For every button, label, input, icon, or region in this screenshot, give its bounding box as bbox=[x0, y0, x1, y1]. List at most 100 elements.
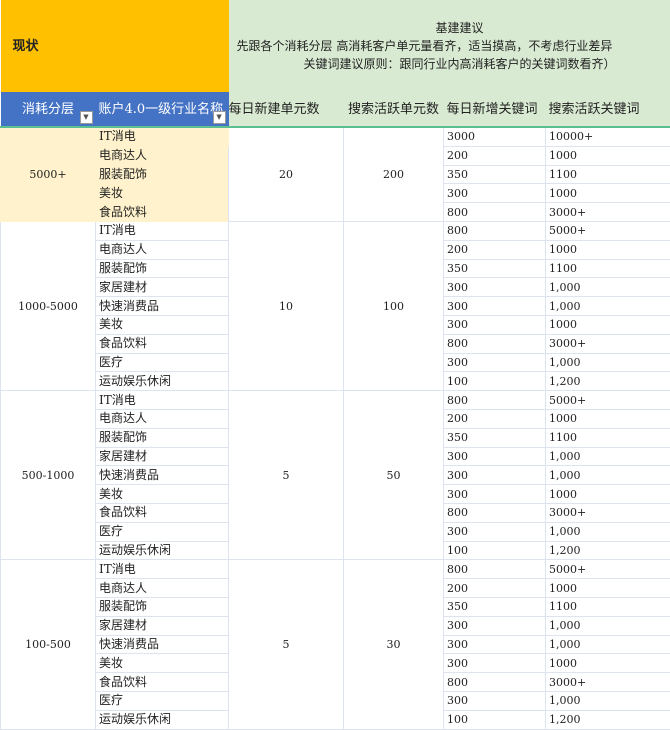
active-keywords-cell[interactable]: 1000 bbox=[546, 240, 670, 259]
active-keywords-cell[interactable]: 10000+ bbox=[546, 127, 670, 146]
tier-cell[interactable]: 5000+ bbox=[1, 127, 96, 221]
new-keywords-cell[interactable]: 200 bbox=[444, 579, 546, 598]
new-keywords-cell[interactable]: 350 bbox=[444, 165, 546, 184]
industry-cell[interactable]: 美妆 bbox=[96, 485, 229, 504]
industry-cell[interactable]: 家居建材 bbox=[96, 616, 229, 635]
active-keywords-cell[interactable]: 1000 bbox=[546, 146, 670, 165]
new-keywords-cell[interactable]: 800 bbox=[444, 391, 546, 410]
industry-cell[interactable]: IT消电 bbox=[96, 391, 229, 410]
industry-cell[interactable]: 服装配饰 bbox=[96, 597, 229, 616]
active-keywords-cell[interactable]: 1,200 bbox=[546, 541, 670, 560]
industry-cell[interactable]: 快速消费品 bbox=[96, 635, 229, 654]
industry-cell[interactable]: 医疗 bbox=[96, 691, 229, 710]
active-units-cell[interactable]: 30 bbox=[344, 560, 444, 729]
active-units-cell[interactable]: 100 bbox=[344, 221, 444, 390]
industry-cell[interactable]: 食品饮料 bbox=[96, 334, 229, 353]
active-keywords-cell[interactable]: 1,000 bbox=[546, 297, 670, 316]
new-keywords-cell[interactable]: 300 bbox=[444, 691, 546, 710]
new-keywords-cell[interactable]: 300 bbox=[444, 297, 546, 316]
active-keywords-cell[interactable]: 3000+ bbox=[546, 503, 670, 522]
column-header-industry[interactable]: 账户4.0一级行业名称▼ bbox=[96, 92, 229, 127]
column-header-active-units[interactable]: 搜索活跃单元数 bbox=[344, 92, 444, 127]
active-keywords-cell[interactable]: 3000+ bbox=[546, 334, 670, 353]
active-keywords-cell[interactable]: 1,000 bbox=[546, 616, 670, 635]
industry-cell[interactable]: 电商达人 bbox=[96, 146, 229, 165]
new-keywords-cell[interactable]: 800 bbox=[444, 503, 546, 522]
industry-cell[interactable]: 食品饮料 bbox=[96, 203, 229, 222]
industry-cell[interactable]: 运动娱乐休闲 bbox=[96, 541, 229, 560]
industry-cell[interactable]: 服装配饰 bbox=[96, 259, 229, 278]
industry-cell[interactable]: 医疗 bbox=[96, 353, 229, 372]
active-keywords-cell[interactable]: 1100 bbox=[546, 597, 670, 616]
new-keywords-cell[interactable]: 3000 bbox=[444, 127, 546, 146]
industry-cell[interactable]: IT消电 bbox=[96, 560, 229, 579]
active-keywords-cell[interactable]: 1,000 bbox=[546, 635, 670, 654]
active-keywords-cell[interactable]: 1,000 bbox=[546, 278, 670, 297]
new-keywords-cell[interactable]: 300 bbox=[444, 315, 546, 334]
new-keywords-cell[interactable]: 300 bbox=[444, 654, 546, 673]
active-keywords-cell[interactable]: 1,000 bbox=[546, 522, 670, 541]
new-units-cell[interactable]: 5 bbox=[229, 560, 344, 729]
new-keywords-cell[interactable]: 200 bbox=[444, 409, 546, 428]
industry-cell[interactable]: 美妆 bbox=[96, 315, 229, 334]
active-keywords-cell[interactable]: 5000+ bbox=[546, 560, 670, 579]
active-keywords-cell[interactable]: 1000 bbox=[546, 184, 670, 203]
new-keywords-cell[interactable]: 300 bbox=[444, 353, 546, 372]
active-keywords-cell[interactable]: 5000+ bbox=[546, 391, 670, 410]
active-keywords-cell[interactable]: 1,000 bbox=[546, 353, 670, 372]
column-header-new-units[interactable]: 每日新建单元数 bbox=[229, 92, 344, 127]
advice-header-cell[interactable]: 基建建议 （单元建议原则：先跟各个消耗分层 高消耗客户单元量看齐，适当摸高，不考… bbox=[229, 0, 670, 92]
industry-cell[interactable]: 服装配饰 bbox=[96, 428, 229, 447]
filter-dropdown-icon[interactable]: ▼ bbox=[80, 111, 93, 124]
industry-cell[interactable]: 电商达人 bbox=[96, 240, 229, 259]
new-keywords-cell[interactable]: 100 bbox=[444, 541, 546, 560]
active-keywords-cell[interactable]: 1000 bbox=[546, 579, 670, 598]
industry-cell[interactable]: 运动娱乐休闲 bbox=[96, 372, 229, 391]
active-keywords-cell[interactable]: 1,000 bbox=[546, 466, 670, 485]
active-keywords-cell[interactable]: 1100 bbox=[546, 165, 670, 184]
active-units-cell[interactable]: 200 bbox=[344, 127, 444, 221]
industry-cell[interactable]: 医疗 bbox=[96, 522, 229, 541]
active-keywords-cell[interactable]: 1,000 bbox=[546, 691, 670, 710]
new-keywords-cell[interactable]: 800 bbox=[444, 203, 546, 222]
industry-cell[interactable]: 电商达人 bbox=[96, 579, 229, 598]
new-keywords-cell[interactable]: 300 bbox=[444, 466, 546, 485]
active-keywords-cell[interactable]: 1100 bbox=[546, 259, 670, 278]
new-keywords-cell[interactable]: 300 bbox=[444, 635, 546, 654]
industry-cell[interactable]: 食品饮料 bbox=[96, 673, 229, 692]
column-header-tier[interactable]: 消耗分层▼ bbox=[1, 92, 96, 127]
new-keywords-cell[interactable]: 800 bbox=[444, 560, 546, 579]
active-keywords-cell[interactable]: 1,000 bbox=[546, 447, 670, 466]
industry-cell[interactable]: 美妆 bbox=[96, 654, 229, 673]
new-keywords-cell[interactable]: 800 bbox=[444, 334, 546, 353]
new-units-cell[interactable]: 10 bbox=[229, 221, 344, 390]
new-keywords-cell[interactable]: 350 bbox=[444, 259, 546, 278]
tier-cell[interactable]: 100-500 bbox=[1, 560, 96, 729]
new-units-cell[interactable]: 20 bbox=[229, 127, 344, 221]
industry-cell[interactable]: 运动娱乐休闲 bbox=[96, 710, 229, 729]
tier-cell[interactable]: 1000-5000 bbox=[1, 221, 96, 390]
industry-cell[interactable]: 美妆 bbox=[96, 184, 229, 203]
new-keywords-cell[interactable]: 300 bbox=[444, 278, 546, 297]
active-keywords-cell[interactable]: 5000+ bbox=[546, 221, 670, 240]
new-keywords-cell[interactable]: 300 bbox=[444, 184, 546, 203]
new-keywords-cell[interactable]: 100 bbox=[444, 710, 546, 729]
new-keywords-cell[interactable]: 350 bbox=[444, 597, 546, 616]
industry-cell[interactable]: 快速消费品 bbox=[96, 297, 229, 316]
active-keywords-cell[interactable]: 1,200 bbox=[546, 710, 670, 729]
tier-cell[interactable]: 500-1000 bbox=[1, 391, 96, 560]
active-keywords-cell[interactable]: 1000 bbox=[546, 654, 670, 673]
new-keywords-cell[interactable]: 800 bbox=[444, 673, 546, 692]
industry-cell[interactable]: 家居建材 bbox=[96, 278, 229, 297]
active-keywords-cell[interactable]: 1100 bbox=[546, 428, 670, 447]
new-keywords-cell[interactable]: 200 bbox=[444, 146, 546, 165]
new-keywords-cell[interactable]: 800 bbox=[444, 221, 546, 240]
column-header-new-keywords[interactable]: 每日新增关键词 bbox=[444, 92, 546, 127]
active-keywords-cell[interactable]: 1000 bbox=[546, 315, 670, 334]
industry-cell[interactable]: IT消电 bbox=[96, 221, 229, 240]
new-keywords-cell[interactable]: 300 bbox=[444, 616, 546, 635]
status-header-cell[interactable]: 现状 bbox=[1, 0, 229, 92]
filter-dropdown-icon[interactable]: ▼ bbox=[213, 111, 226, 124]
new-keywords-cell[interactable]: 300 bbox=[444, 522, 546, 541]
industry-cell[interactable]: 服装配饰 bbox=[96, 165, 229, 184]
